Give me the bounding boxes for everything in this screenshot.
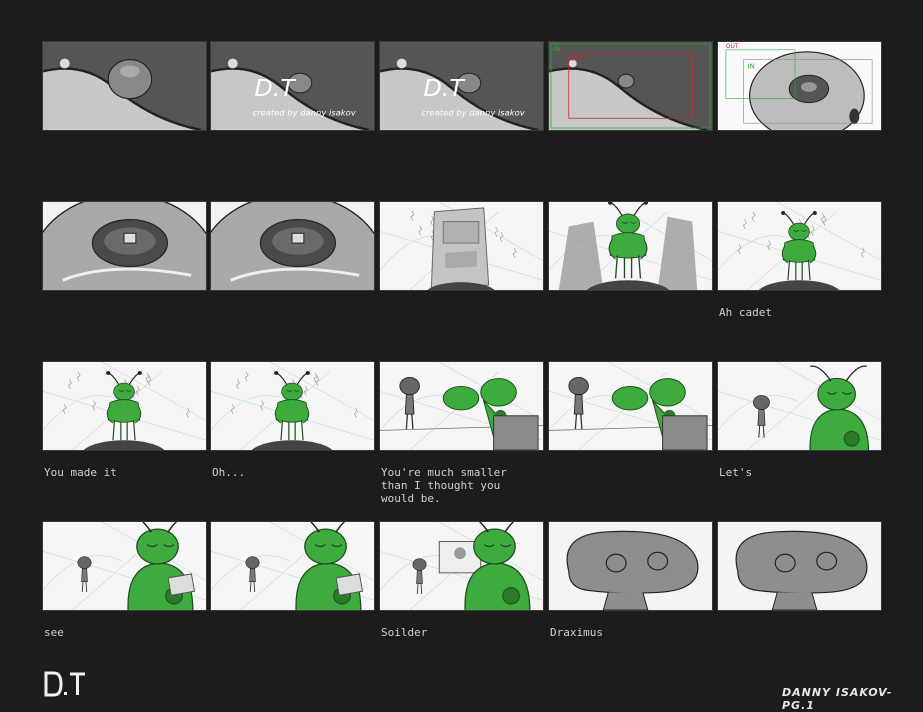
panel-caption-16: see <box>44 626 64 639</box>
svg-text:OUT: OUT <box>571 57 584 63</box>
panel-sketch <box>211 362 374 450</box>
panel-caption-19: Draximus <box>550 626 603 639</box>
panel-sketch <box>718 362 881 450</box>
svg-text:D.T: D.T <box>423 74 465 102</box>
storyboard-panel-2: D.T created by danny isakov <box>210 41 375 131</box>
storyboard-panel-20 <box>717 521 882 611</box>
panel-sketch: IN OUT <box>549 42 712 130</box>
panel-sketch <box>43 42 206 130</box>
svg-text:IN: IN <box>748 62 755 70</box>
storyboard-panel-8 <box>379 201 544 291</box>
storyboard-panel-5: OUT IN <box>717 41 882 131</box>
storyboard-panel-6 <box>42 201 207 291</box>
svg-text:created by danny isakov: created by danny isakov <box>252 107 356 117</box>
panel-sketch <box>43 522 206 610</box>
panel-sketch <box>718 522 881 610</box>
storyboard-panel-17 <box>210 521 375 611</box>
storyboard-panel-16 <box>42 521 207 611</box>
storyboard-panel-11 <box>42 361 207 451</box>
storyboard-panel-15 <box>717 361 882 451</box>
storyboard-panel-12 <box>210 361 375 451</box>
panel-caption-12: Oh... <box>212 466 246 479</box>
storyboard-panel-18 <box>379 521 544 611</box>
storyboard-panel-14 <box>548 361 713 451</box>
dt-logo <box>44 671 85 697</box>
page-credit: DANNY ISAKOV-PG.1 <box>782 686 893 712</box>
panel-sketch <box>549 362 712 450</box>
panel-sketch <box>549 202 712 290</box>
panel-caption-10: Ah cadet <box>719 306 772 319</box>
panel-sketch: D.T created by danny isakov <box>380 42 543 130</box>
storyboard-panel-9 <box>548 201 713 291</box>
panel-sketch <box>43 202 206 290</box>
svg-text:IN: IN <box>553 45 560 53</box>
storyboard-panel-13 <box>379 361 544 451</box>
panel-sketch: OUT IN <box>718 42 881 130</box>
panel-caption-18: Soilder <box>381 626 428 639</box>
storyboard-panel-3: D.T created by danny isakov <box>379 41 544 131</box>
panel-sketch <box>380 362 543 450</box>
panel-sketch <box>211 522 374 610</box>
storyboard-panel-7 <box>210 201 375 291</box>
storyboard-panel-19 <box>548 521 713 611</box>
svg-text:D.T: D.T <box>254 74 296 102</box>
panel-caption-15: Let's <box>719 466 753 479</box>
panel-caption-11: You made it <box>44 466 117 479</box>
panel-caption-13: You're much smaller than I thought you w… <box>381 466 507 505</box>
panel-sketch <box>549 522 712 610</box>
storyboard-panel-4: IN OUT <box>548 41 713 131</box>
svg-text:created by danny isakov: created by danny isakov <box>421 107 525 117</box>
panel-sketch <box>380 202 543 290</box>
panel-sketch <box>43 362 206 450</box>
svg-text:OUT: OUT <box>726 44 739 50</box>
storyboard-panel-10 <box>717 201 882 291</box>
panel-sketch <box>211 202 374 290</box>
panel-sketch <box>380 522 543 610</box>
panel-sketch: D.T created by danny isakov <box>211 42 374 130</box>
storyboard-panel-1 <box>42 41 207 131</box>
panel-sketch <box>718 202 881 290</box>
